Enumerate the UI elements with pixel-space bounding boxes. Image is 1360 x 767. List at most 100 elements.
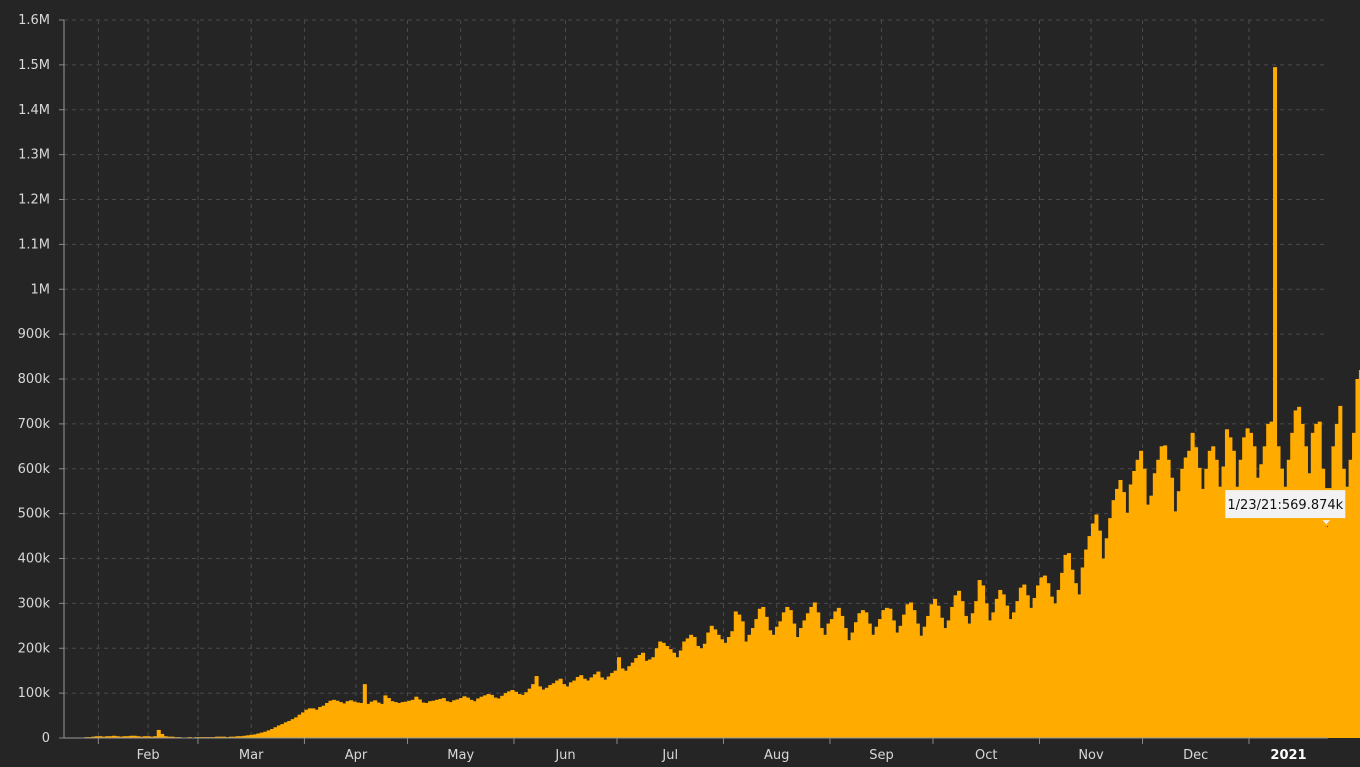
bar [441,698,446,738]
bar [1063,554,1068,738]
bar [1097,530,1102,738]
bar [551,683,556,738]
bar [431,700,436,738]
x-tick-label: May [447,748,474,763]
bar [1190,432,1195,738]
bar [922,626,927,738]
bar [393,702,398,738]
bar [1300,423,1305,738]
bar [321,705,326,738]
x-tick-label: Dec [1183,748,1208,763]
bar [383,695,388,738]
y-tick-label: 1.1M [18,237,50,252]
bar [366,703,371,738]
bar [579,675,584,738]
bar [445,701,450,738]
bar [970,613,975,738]
bar [287,720,292,738]
bar [342,703,347,738]
bar [987,620,992,738]
x-tick-label: Apr [345,748,368,763]
bar [369,701,374,738]
bar [936,605,941,738]
bar [1091,523,1096,738]
bar [483,695,488,738]
y-tick-label: 600k [18,462,51,477]
y-tick-label: 1.2M [18,193,50,208]
bar [362,684,367,738]
bar [963,615,968,738]
bar [452,700,457,738]
x-tick-label: Jul [661,748,678,763]
bar [1345,486,1350,738]
bar [507,691,512,738]
bar [1073,583,1078,738]
y-tick-label: 1.4M [18,103,50,118]
bar [689,634,694,738]
bar [1317,421,1322,738]
bar [843,628,848,738]
bar [1159,446,1164,738]
bar [548,685,553,738]
bar [575,676,580,738]
y-tick-label: 1.3M [18,148,50,163]
bar [558,678,563,738]
bar [1104,538,1109,738]
bar [1163,445,1168,738]
bar [1115,488,1120,738]
bar [510,689,515,738]
bar [915,623,920,738]
bar [637,654,642,738]
bar [434,699,439,738]
bar [933,598,938,738]
bar [517,694,522,738]
bar [953,595,958,738]
bar [1204,468,1209,738]
bar [809,606,814,738]
bar [850,632,855,738]
bar [1249,432,1254,738]
bar [489,694,494,738]
bar [802,620,807,738]
bar [620,668,625,738]
bar [943,628,948,738]
bar [1173,511,1178,738]
bar [290,719,295,738]
bar [627,666,632,738]
bar [905,604,910,738]
bar [428,701,433,738]
bar [702,643,707,738]
bar [891,620,896,738]
y-tick-label: 1.5M [18,58,50,73]
bar [1149,495,1154,738]
bar [1005,605,1010,738]
bar [1200,488,1205,738]
bar [654,648,659,738]
bar [1334,423,1339,738]
bar [647,659,652,738]
bar [586,680,591,738]
bar [792,623,797,738]
bar [359,702,364,738]
bar [720,639,725,738]
bar [331,699,336,738]
bar [472,701,477,738]
y-tick-label: 300k [18,596,51,611]
bar [644,660,649,738]
bar [493,697,498,738]
bar [156,729,161,738]
bar [524,692,529,738]
bar [696,646,701,738]
bar [1111,500,1116,738]
y-tick-label: 700k [18,417,51,432]
bar [709,625,714,738]
bar [314,709,319,738]
bar [397,702,402,738]
bar [297,714,302,738]
bar [665,646,670,738]
bar [599,677,604,738]
x-tick-label: Mar [239,748,264,763]
bar [713,629,718,738]
bar [1235,486,1240,738]
bar [1012,612,1017,738]
